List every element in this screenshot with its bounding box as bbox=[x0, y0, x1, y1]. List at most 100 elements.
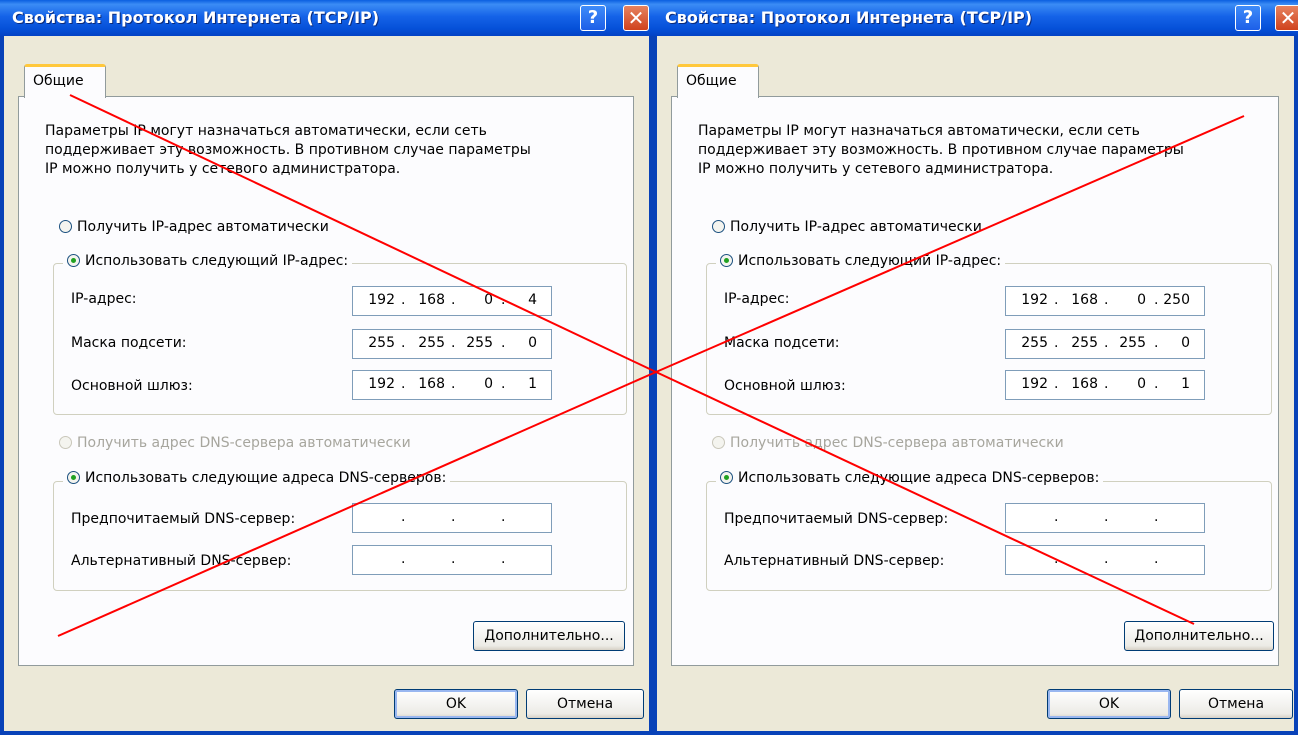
ok-button[interactable]: OK bbox=[1047, 689, 1171, 719]
radio-circle-checked bbox=[720, 254, 733, 267]
help-icon[interactable]: ? bbox=[580, 5, 606, 31]
ip-dot: . bbox=[1154, 509, 1159, 525]
radio-circle bbox=[712, 220, 725, 233]
radio-label: Использовать следующий IP-адрес: bbox=[738, 253, 1002, 269]
ip-dot: . bbox=[401, 292, 406, 308]
ip-dot: . bbox=[401, 376, 406, 392]
preferred-dns-input[interactable]: . . . bbox=[352, 503, 552, 533]
advanced-button[interactable]: Дополнительно... bbox=[1124, 621, 1274, 651]
gateway-label: Основной шлюз: bbox=[724, 378, 846, 394]
ip-dot: . bbox=[1054, 292, 1059, 308]
radio-label: Использовать следующие адреса DNS-сервер… bbox=[85, 470, 447, 486]
ip-octet: 1 bbox=[1181, 376, 1190, 392]
alternate-dns-input[interactable]: . . . bbox=[352, 545, 552, 575]
radio-label: Получить адрес DNS-сервера автоматически bbox=[77, 435, 411, 451]
ip-octet: 250 bbox=[1163, 292, 1190, 308]
ip-dot: . bbox=[451, 335, 456, 351]
general-panel: Параметры IP могут назначаться автоматич… bbox=[671, 96, 1279, 666]
gateway-input[interactable]: 192 . 168 . 0 . 1 bbox=[1005, 370, 1205, 400]
ip-dot: . bbox=[451, 292, 456, 308]
ip-dot: . bbox=[1054, 509, 1059, 525]
close-icon[interactable]: ✕ bbox=[623, 5, 649, 31]
cancel-button[interactable]: Отмена bbox=[526, 689, 644, 719]
radio-circle bbox=[59, 220, 72, 233]
radio-ip-auto[interactable]: Получить IP-адрес автоматически bbox=[59, 219, 329, 235]
radio-label: Использовать следующие адреса DNS-сервер… bbox=[738, 470, 1100, 486]
subnet-label: Маска подсети: bbox=[71, 335, 187, 351]
cancel-button[interactable]: Отмена bbox=[1179, 689, 1293, 719]
radio-dns-auto: Получить адрес DNS-сервера автоматически bbox=[59, 435, 411, 451]
gateway-label: Основной шлюз: bbox=[71, 378, 193, 394]
radio-circle-checked bbox=[720, 471, 733, 484]
tab-general[interactable]: Общие bbox=[24, 64, 106, 98]
radio-ip-auto[interactable]: Получить IP-адрес автоматически bbox=[712, 219, 982, 235]
alternate-dns-label: Альтернативный DNS-сервер: bbox=[71, 553, 292, 569]
ip-octet: 0 bbox=[484, 376, 493, 392]
preferred-dns-label: Предпочитаемый DNS-сервер: bbox=[724, 511, 949, 527]
advanced-button[interactable]: Дополнительно... bbox=[473, 621, 625, 651]
ip-dot: . bbox=[1104, 551, 1109, 567]
radio-circle-checked bbox=[67, 254, 80, 267]
ip-dot: . bbox=[451, 551, 456, 567]
radio-label: Получить адрес DNS-сервера автоматически bbox=[730, 435, 1064, 451]
ip-address-label: IP-адрес: bbox=[71, 291, 137, 307]
preferred-dns-label: Предпочитаемый DNS-сервер: bbox=[71, 511, 296, 527]
ip-octet: 255 bbox=[1021, 335, 1048, 351]
ip-octet: 0 bbox=[1137, 292, 1146, 308]
ip-dot: . bbox=[1154, 551, 1159, 567]
radio-ip-manual[interactable]: Использовать следующий IP-адрес: bbox=[63, 253, 353, 269]
radio-circle-disabled bbox=[59, 436, 72, 449]
ip-octet: 255 bbox=[418, 335, 445, 351]
radio-label: Получить IP-адрес автоматически bbox=[730, 219, 982, 235]
radio-dns-manual[interactable]: Использовать следующие адреса DNS-сервер… bbox=[63, 470, 451, 486]
intro-text: Параметры IP могут назначаться автоматич… bbox=[45, 123, 531, 177]
ip-address-input[interactable]: 192 . 168 . 0 . 250 bbox=[1005, 286, 1205, 316]
ip-octet: 192 bbox=[1021, 292, 1048, 308]
ip-dot: . bbox=[1054, 335, 1059, 351]
ok-button[interactable]: OK bbox=[394, 689, 518, 719]
radio-circle-disabled bbox=[712, 436, 725, 449]
subnet-input[interactable]: 255 . 255 . 255 . 0 bbox=[1005, 329, 1205, 359]
ip-dot: . bbox=[1054, 551, 1059, 567]
subnet-input[interactable]: 255 . 255 . 255 . 0 bbox=[352, 329, 552, 359]
ip-dot: . bbox=[501, 551, 506, 567]
ip-octet: 255 bbox=[1119, 335, 1146, 351]
tcpip-properties-dialog-right: Свойства: Протокол Интернета (TCP/IP) ? … bbox=[653, 0, 1298, 735]
general-panel: Параметры IP могут назначаться автоматич… bbox=[18, 96, 634, 666]
ip-address-label: IP-адрес: bbox=[724, 291, 790, 307]
ip-dot: . bbox=[401, 551, 406, 567]
ip-dot: . bbox=[451, 376, 456, 392]
ip-octet: 0 bbox=[528, 335, 537, 351]
ip-octet: 255 bbox=[466, 335, 493, 351]
alternate-dns-input[interactable]: . . . bbox=[1005, 545, 1205, 575]
title-bar[interactable]: Свойства: Протокол Интернета (TCP/IP) ? … bbox=[0, 0, 653, 36]
tab-label: Общие bbox=[686, 73, 737, 89]
ip-octet: 1 bbox=[528, 376, 537, 392]
ip-dot: . bbox=[451, 509, 456, 525]
ip-address-input[interactable]: 192 . 168 . 0 . 4 bbox=[352, 286, 552, 316]
title-bar[interactable]: Свойства: Протокол Интернета (TCP/IP) ? … bbox=[653, 0, 1298, 36]
ip-dot: . bbox=[401, 509, 406, 525]
radio-dns-manual[interactable]: Использовать следующие адреса DNS-сервер… bbox=[716, 470, 1104, 486]
ip-octet: 0 bbox=[1137, 376, 1146, 392]
radio-ip-manual[interactable]: Использовать следующий IP-адрес: bbox=[716, 253, 1006, 269]
ip-octet: 192 bbox=[1021, 376, 1048, 392]
ip-dot: . bbox=[1104, 335, 1109, 351]
radio-label: Получить IP-адрес автоматически bbox=[77, 219, 329, 235]
tab-label: Общие bbox=[33, 73, 84, 89]
ip-dot: . bbox=[1054, 376, 1059, 392]
ip-octet: 192 bbox=[368, 376, 395, 392]
ip-dot: . bbox=[1104, 509, 1109, 525]
help-icon[interactable]: ? bbox=[1235, 5, 1261, 31]
ip-octet: 168 bbox=[1071, 376, 1098, 392]
tcpip-properties-dialog-left: Свойства: Протокол Интернета (TCP/IP) ? … bbox=[0, 0, 653, 735]
close-icon[interactable]: ✕ bbox=[1275, 5, 1298, 31]
gateway-input[interactable]: 192 . 168 . 0 . 1 bbox=[352, 370, 552, 400]
window-title: Свойства: Протокол Интернета (TCP/IP) bbox=[665, 8, 1033, 27]
ip-octet: 0 bbox=[484, 292, 493, 308]
intro-text: Параметры IP могут назначаться автоматич… bbox=[698, 123, 1184, 177]
preferred-dns-input[interactable]: . . . bbox=[1005, 503, 1205, 533]
ip-octet: 255 bbox=[1071, 335, 1098, 351]
tab-general[interactable]: Общие bbox=[677, 64, 759, 98]
ip-octet: 4 bbox=[528, 292, 537, 308]
